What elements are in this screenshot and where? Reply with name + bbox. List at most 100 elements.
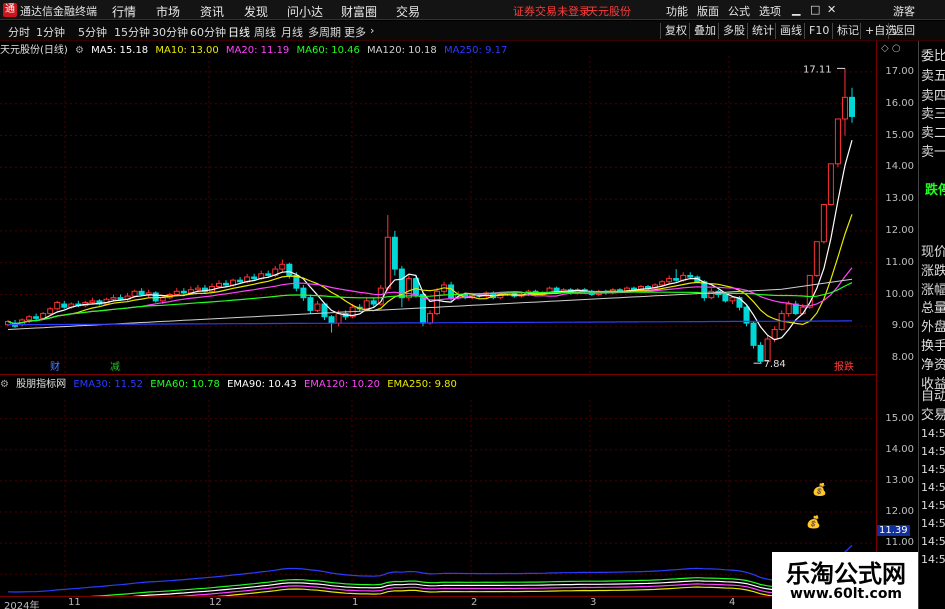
price-tick-label: 9.00 [891,320,914,332]
ema30-value: EMA30: 11.52 [73,379,144,390]
current-ind-value-tag: 11.39 [877,524,910,536]
period-multi[interactable]: 多周期 [308,24,341,40]
fuquan-button[interactable]: 复权 [660,23,691,39]
trade-login-notice[interactable]: 证券交易未登录 [513,3,590,19]
menu-banmian[interactable]: 版面 [697,3,719,19]
f10-button[interactable]: F10 [804,23,833,39]
menu-gongshi[interactable]: 公式 [728,3,750,19]
date-label-11: 11 [68,597,81,608]
candle-body [307,297,314,311]
more-chevron-icon[interactable]: › [370,24,374,37]
diejia-button[interactable]: 叠加 [689,23,720,39]
biaoji-button[interactable]: 标记 [832,23,863,39]
price-tick-label: 10.00 [885,288,914,300]
side-panel-item: 卖五 [921,69,945,84]
duogu-button[interactable]: 多股 [718,23,749,39]
menu-caifuquan[interactable]: 财富圈 [341,3,377,20]
candle-body [216,282,222,288]
menu-wenxiaoda[interactable]: 问小达 [287,3,323,20]
watermark-url: www.60lt.com [790,586,903,602]
side-panel-item: 涨跌 [921,264,945,279]
candle-body [335,313,342,324]
indicator-gear-icon[interactable]: ⚙ [0,379,9,390]
axis-diamond-icon[interactable]: ◇ ○ [881,43,901,54]
period-30min[interactable]: 30分钟 [152,24,188,40]
menu-jiaoyi[interactable]: 交易 [396,3,420,20]
menu-faxian[interactable]: 发现 [244,3,268,20]
stock-period-label: 天元股份(日线) [0,45,68,56]
menu-xuanxiang[interactable]: 选项 [759,3,781,19]
candle-body [26,316,33,321]
candle-body [785,303,792,315]
candle-body [251,276,258,280]
stock-name-title: 天元股份 [587,5,631,18]
price-tick-label: 15.00 [885,129,914,141]
period-1min[interactable]: 1分钟 [36,24,65,40]
candle-body [757,344,764,362]
period-5min[interactable]: 5分钟 [78,24,107,40]
ma60-value: MA60: 10.46 [296,45,360,56]
tongji-button[interactable]: 统计 [747,23,778,39]
maximize-icon[interactable]: □ [810,3,820,16]
period-fenshi[interactable]: 分时 [8,24,30,40]
candle-body [427,313,433,324]
period-daily[interactable]: 日线 [228,24,250,40]
huaxian-button[interactable]: 画线 [775,23,806,39]
candle-body [771,328,778,340]
user-guest[interactable]: 游客 [893,3,915,19]
candle-body [384,236,391,289]
indicator-name: 股朋指标网 [16,379,67,390]
menu-shichang[interactable]: 市场 [156,3,180,20]
candle-body [701,281,708,299]
candle-body [138,290,145,296]
price-tick-label: 17.00 [885,65,914,77]
candle-body [729,297,736,302]
side-panel-item: 换手 [921,339,945,354]
candle-body [180,290,187,294]
candlestick-chart[interactable]: 17.11 7.84 财 减 报跌 [0,56,874,374]
back-button[interactable]: 返回 [888,23,919,39]
settings-gear-icon[interactable]: ⚙ [75,45,84,56]
candle-body [363,300,370,310]
candle-body [673,278,680,281]
high-price-label: 17.11 [803,64,832,75]
ema60-line [89,559,853,596]
watermark-box: 乐淘公式网 www.60lt.com [772,552,918,609]
ma5-line [7,140,853,341]
ma20-value: MA20: 11.19 [225,45,290,56]
period-monthly[interactable]: 月线 [281,24,303,40]
low-price-label: 7.84 [764,359,786,370]
side-panel-item: 14:56 [921,535,945,548]
candle-body [265,273,272,276]
date-label-year: 2024年 [4,601,40,609]
period-weekly[interactable]: 周线 [254,24,276,40]
side-panel-item: 14:56 [921,427,945,440]
menu-hangqing[interactable]: 行情 [112,3,136,20]
ma250-value: MA250: 9.17 [443,45,508,56]
minimize-icon[interactable]: ▁ [792,3,800,16]
period-15min[interactable]: 15分钟 [114,24,150,40]
money-bag-icon: 💰 [812,482,827,496]
ma5-value: MA5: 15.18 [91,45,149,56]
menu-gongneng[interactable]: 功能 [666,3,688,19]
menu-zixun[interactable]: 资讯 [200,3,224,20]
date-label-4: 4 [729,597,736,608]
candle-body [286,263,293,276]
candle-body [194,287,201,291]
period-more[interactable]: 更多 [344,24,366,40]
candle-body [89,300,96,303]
ind-tick-label: 12.00 [885,506,914,517]
money-bag-icon: 💰 [806,515,821,529]
ind-tick-label: 14.00 [885,443,914,455]
candle-body [370,300,377,305]
candle-body [300,287,307,299]
indicator-chart[interactable]: 💰💰 [0,400,874,596]
side-panel-item: 涨幅 [921,283,945,298]
bao-marker: 报 [834,360,844,373]
side-panel-item: 14:56 [921,553,945,566]
side-panel-item: 14:56 [921,445,945,458]
close-icon[interactable]: ✕ [827,3,836,16]
period-60min[interactable]: 60分钟 [190,24,226,40]
candle-body [687,274,694,278]
side-panel-item: 自动 [921,389,945,404]
